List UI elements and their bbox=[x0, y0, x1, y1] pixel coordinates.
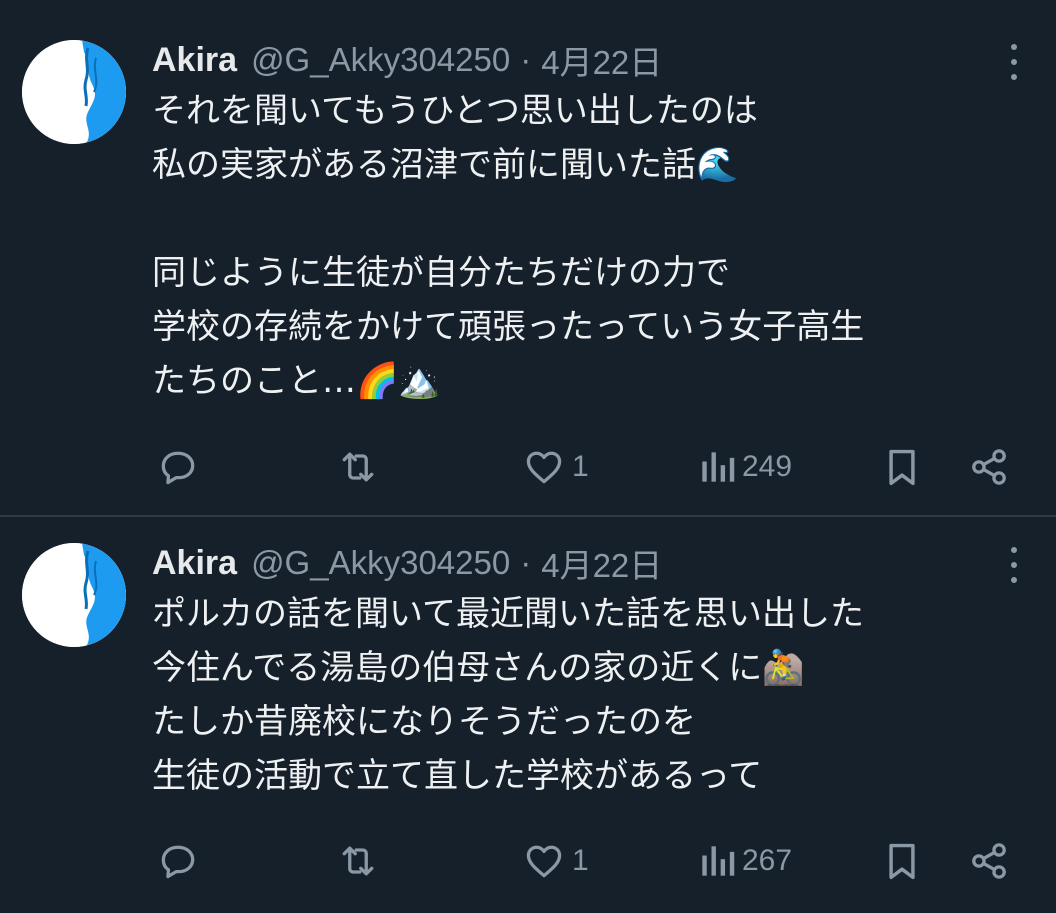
tweet-text-line: それを聞いてもうひとつ思い出したのは bbox=[152, 91, 758, 131]
avatar[interactable] bbox=[22, 543, 126, 647]
tweet-text-line: 同じように生徒が自分たちだけの力で bbox=[152, 253, 730, 293]
tweet-date[interactable]: 4月22日 bbox=[541, 539, 662, 587]
share-button[interactable] bbox=[967, 442, 1011, 492]
more-dot bbox=[1011, 562, 1017, 568]
like-count: 1 bbox=[572, 450, 589, 483]
more-vertical-icon bbox=[1011, 547, 1017, 553]
share-icon bbox=[972, 449, 1006, 485]
tweet-header: Akira @G_Akky304250 · 4月22日 bbox=[152, 541, 662, 585]
heart-icon bbox=[526, 845, 562, 878]
separator-dot: · bbox=[520, 544, 532, 581]
avatar-image bbox=[22, 40, 126, 144]
retweet-icon bbox=[342, 452, 374, 482]
more-options-button[interactable] bbox=[1004, 547, 1024, 583]
separator-dot: · bbox=[520, 41, 532, 78]
reply-button[interactable] bbox=[156, 442, 200, 492]
more-options-button[interactable] bbox=[1004, 44, 1024, 80]
tweet-actions: 1 267 bbox=[152, 836, 1022, 886]
tweet[interactable]: Akira @G_Akky304250 · 4月22日 それを聞いてもうひとつ思… bbox=[0, 0, 1056, 517]
retweet-button[interactable] bbox=[336, 442, 380, 492]
bookmark-button[interactable] bbox=[882, 442, 922, 492]
tweet-text-line: たちのこと…🌈🏔️ bbox=[152, 361, 441, 401]
share-icon bbox=[972, 843, 1006, 879]
tweet-date[interactable]: 4月22日 bbox=[541, 36, 662, 84]
tweet-text-line: 学校の存続をかけて頑張ったっていう女子高生 bbox=[152, 307, 865, 347]
tweet-text: ポルカの話を聞いて最近聞いた話を思い出した 今住んでる湯島の伯母さんの家の近くに… bbox=[152, 587, 1042, 803]
retweet-icon bbox=[342, 846, 374, 876]
tweet-text-line: たしか昔廃校になりそうだったのを bbox=[152, 702, 696, 742]
bookmark-button[interactable] bbox=[882, 836, 922, 886]
like-button[interactable]: 1 bbox=[522, 836, 589, 886]
views-chart-icon bbox=[702, 846, 735, 876]
retweet-button[interactable] bbox=[336, 836, 380, 886]
more-vertical-icon bbox=[1011, 44, 1017, 50]
reply-button[interactable] bbox=[156, 836, 200, 886]
more-dot bbox=[1011, 74, 1017, 80]
author-name[interactable]: Akira bbox=[152, 544, 237, 583]
share-button[interactable] bbox=[967, 836, 1011, 886]
more-dot bbox=[1011, 577, 1017, 583]
author-handle[interactable]: @G_Akky304250 bbox=[251, 544, 510, 582]
avatar[interactable] bbox=[22, 40, 126, 144]
bookmark-icon bbox=[889, 449, 915, 486]
like-count: 1 bbox=[572, 844, 589, 877]
reply-icon bbox=[161, 845, 195, 879]
views-button[interactable]: 249 bbox=[698, 442, 792, 492]
tweet-text: それを聞いてもうひとつ思い出したのは 私の実家がある沼津で前に聞いた話🌊 同じよ… bbox=[152, 84, 1042, 408]
avatar-image bbox=[22, 543, 126, 647]
views-button[interactable]: 267 bbox=[698, 836, 792, 886]
tweet-text-line: 今住んでる湯島の伯母さんの家の近くに🚵 bbox=[152, 648, 805, 688]
like-button[interactable]: 1 bbox=[522, 442, 589, 492]
tweet-text-line: ポルカの話を聞いて最近聞いた話を思い出した bbox=[152, 594, 864, 634]
author-handle[interactable]: @G_Akky304250 bbox=[251, 41, 510, 79]
tweet-actions: 1 249 bbox=[152, 442, 1022, 492]
more-dot bbox=[1011, 59, 1017, 65]
reply-icon bbox=[161, 451, 195, 485]
tweet-text-line: 生徒の活動で立て直した学校があるって bbox=[152, 756, 763, 796]
views-chart-icon bbox=[702, 452, 735, 482]
bookmark-icon bbox=[889, 843, 915, 880]
tweet-text-line bbox=[152, 192, 1042, 246]
view-count: 267 bbox=[742, 844, 793, 877]
author-name[interactable]: Akira bbox=[152, 41, 237, 80]
tweet-text-line: 私の実家がある沼津で前に聞いた話🌊 bbox=[152, 145, 739, 185]
tweet-header: Akira @G_Akky304250 · 4月22日 bbox=[152, 38, 662, 82]
view-count: 249 bbox=[742, 450, 793, 483]
tweet[interactable]: Akira @G_Akky304250 · 4月22日 ポルカの話を聞いて最近聞… bbox=[0, 519, 1056, 913]
heart-icon bbox=[526, 451, 562, 484]
